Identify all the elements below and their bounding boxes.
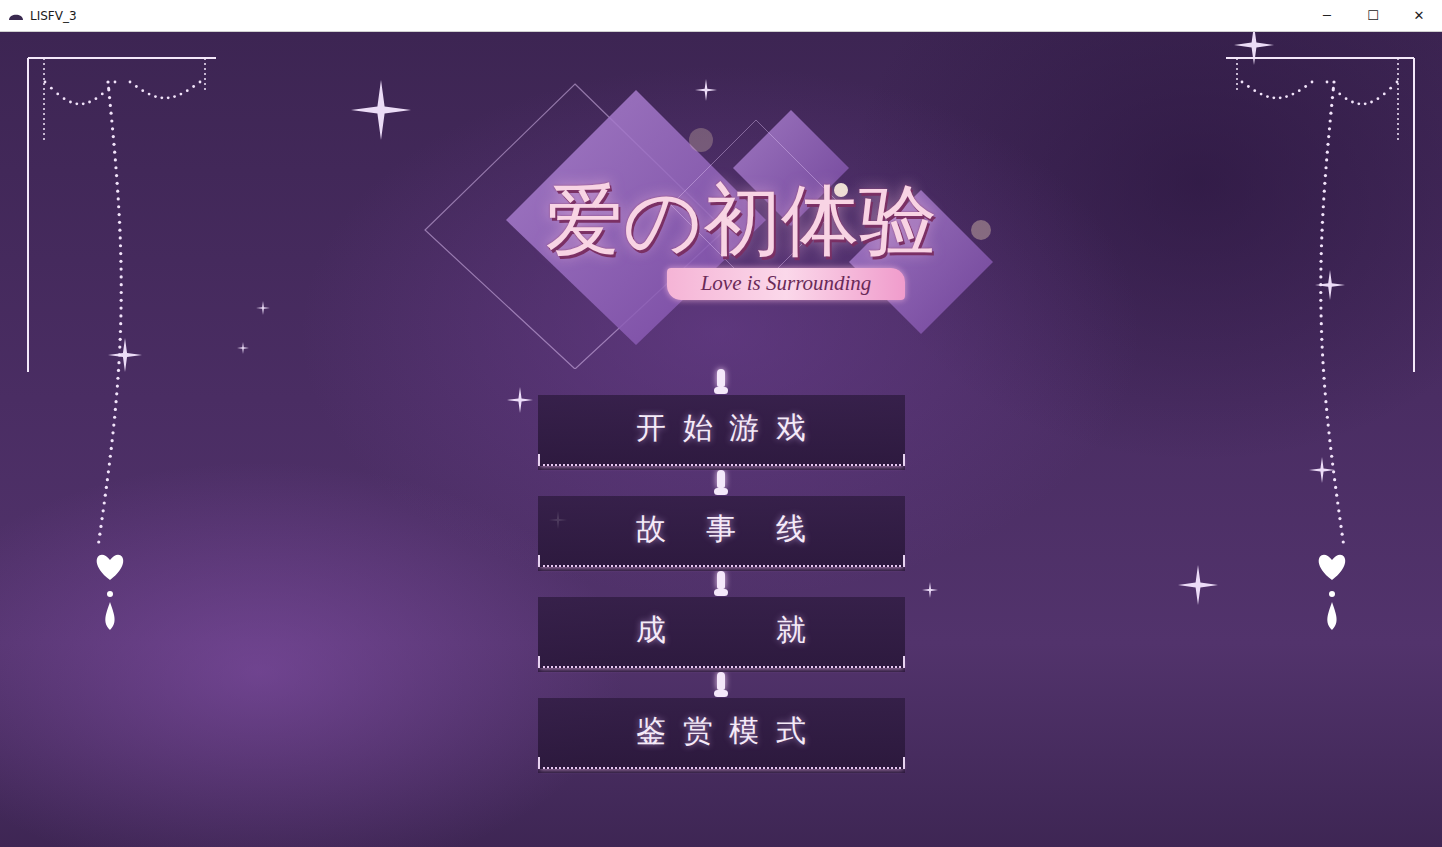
app-window: LISFV_3 ─☐✕ 爱の初体验 Love is Surrounding 开始游戏故事… (0, 0, 1442, 847)
app-icon (8, 11, 24, 21)
menu-item: 成就 (538, 571, 905, 672)
sparkle-icon (922, 582, 938, 598)
menu-label: 开始游戏 (619, 410, 822, 446)
connector-icon (715, 672, 727, 698)
sparkle-icon (695, 79, 717, 101)
sparkle-icon (1234, 32, 1274, 65)
menu-button[interactable]: 成就 (538, 597, 905, 672)
menu-label: 成就 (526, 612, 916, 648)
window-title: LISFV_3 (30, 9, 77, 23)
sparkle-icon (108, 338, 142, 372)
menu-item: 故事线 (538, 470, 905, 571)
sparkle-icon (1178, 565, 1218, 605)
sparkle-icon (507, 387, 533, 413)
menu-label: 鉴赏模式 (619, 713, 822, 749)
window-control-button[interactable]: ─ (1304, 0, 1350, 31)
sparkle-icon (237, 342, 249, 354)
logo-title: 爱の初体验 (545, 178, 937, 264)
menu-button[interactable]: 鉴赏模式 (538, 698, 905, 773)
connector-icon (715, 369, 727, 395)
sparkle-icon (1315, 270, 1345, 300)
title-bar: LISFV_3 ─☐✕ (0, 0, 1442, 32)
connector-icon (715, 571, 727, 597)
window-control-button[interactable]: ✕ (1396, 0, 1442, 31)
menu-label: 故事线 (596, 511, 846, 547)
curtain-icon (20, 52, 220, 652)
menu-button[interactable]: 开始游戏 (538, 395, 905, 470)
main-menu: 开始游戏故事线成就鉴赏模式 (538, 369, 905, 773)
title-screen: 爱の初体验 Love is Surrounding 开始游戏故事线成就鉴赏模式 (0, 32, 1442, 847)
menu-item: 鉴赏模式 (538, 672, 905, 773)
menu-item: 开始游戏 (538, 369, 905, 470)
menu-button[interactable]: 故事线 (538, 496, 905, 571)
connector-icon (715, 470, 727, 496)
curtain-icon (1222, 52, 1422, 652)
window-control-button[interactable]: ☐ (1350, 0, 1396, 31)
sparkle-icon (1309, 457, 1335, 483)
sparkle-icon (256, 301, 270, 315)
sparkle-icon (351, 80, 411, 140)
game-logo: 爱の初体验 Love is Surrounding (421, 80, 1021, 369)
logo-subtitle: Love is Surrounding (667, 268, 906, 300)
